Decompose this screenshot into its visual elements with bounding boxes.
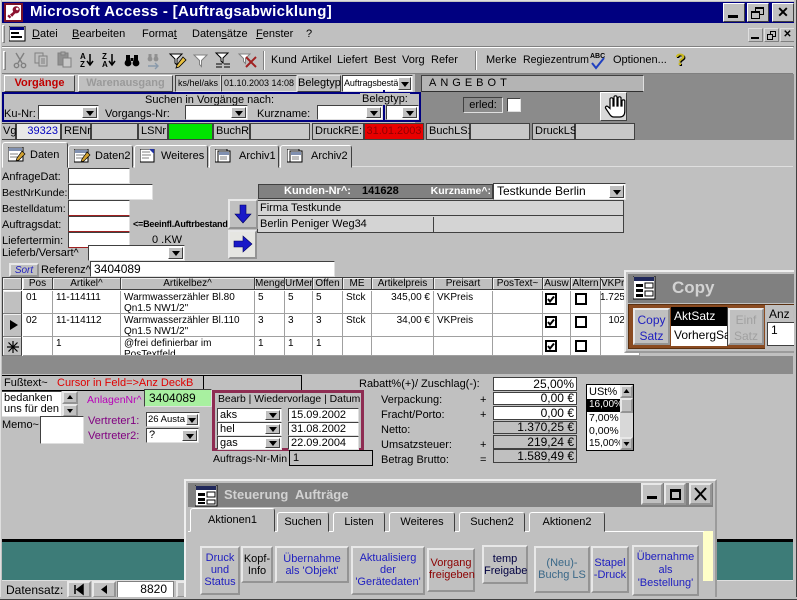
svg-text:A: A bbox=[102, 60, 108, 69]
svg-text:Z: Z bbox=[80, 60, 85, 69]
svg-text:?: ? bbox=[675, 50, 685, 69]
